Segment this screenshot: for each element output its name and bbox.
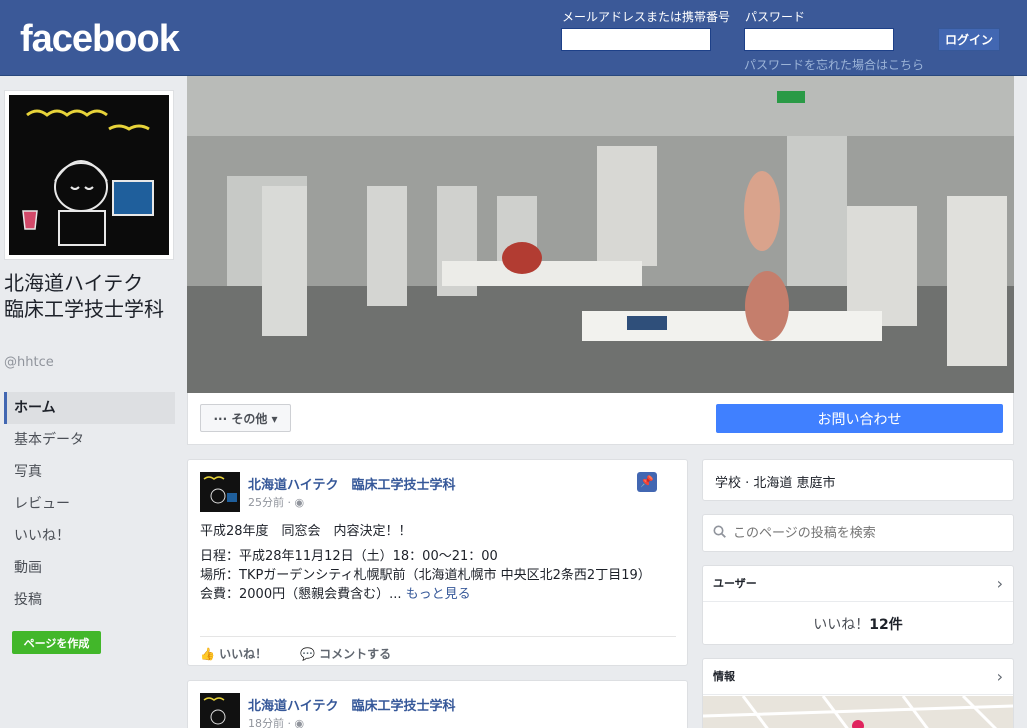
page-category[interactable]: 学校 · 北海道 恵庭市 [715, 472, 836, 491]
post-line-text: 会費：2000円（懇親会費含む）... [200, 587, 402, 602]
like-label: いいね！ [219, 647, 268, 661]
nav-item-likes[interactable]: いいね！ [4, 520, 175, 552]
avatar-illustration-icon [200, 472, 240, 512]
post-line: 会費：2000円（懇親会費含む）... もっと見る [200, 585, 678, 604]
create-page-button[interactable]: ページを作成 [12, 631, 101, 654]
profile-illustration-icon [9, 95, 169, 255]
chevron-right-icon[interactable]: › [997, 659, 1003, 695]
info-card: 情報 › [702, 658, 1014, 728]
cover-scene-icon [187, 76, 1014, 393]
post-card: 北海道ハイテク 臨床工学技士学科 25分前 · ◉ 📌 平成28年度 同窓会 内… [187, 459, 688, 666]
more-options-button[interactable]: ··· その他 ▾ [200, 404, 291, 432]
facebook-logo[interactable]: facebook [20, 18, 180, 61]
cover-photo[interactable] [187, 76, 1014, 393]
login-button[interactable]: ログイン [938, 28, 1000, 51]
like-button[interactable]: 👍 いいね！ [200, 645, 267, 662]
nav-item-home[interactable]: ホーム [4, 392, 175, 424]
users-heading-label: ユーザー [713, 577, 757, 590]
email-input[interactable] [561, 28, 711, 51]
users-card: ユーザー › いいね！12件 [702, 565, 1014, 645]
category-card: 学校 · 北海道 恵庭市 [702, 459, 1014, 501]
email-label: メールアドレスまたは携帯番号 [562, 10, 731, 24]
post-actions: 👍 いいね！ 💬 コメントする [200, 636, 676, 666]
post-search[interactable] [702, 514, 1014, 552]
nav-item-about[interactable]: 基本データ [4, 424, 175, 456]
comment-button[interactable]: 💬 コメントする [300, 645, 391, 662]
password-input[interactable] [744, 28, 894, 51]
contact-button[interactable]: お問い合わせ [716, 404, 1003, 433]
comment-label: コメントする [319, 647, 392, 661]
profile-drawing [9, 95, 169, 255]
nav-item-reviews[interactable]: レビュー [4, 488, 175, 520]
forgot-password-link[interactable]: パスワードを忘れた場合はこちら [744, 56, 924, 73]
likes-summary[interactable]: いいね！12件 [703, 614, 1013, 634]
page-action-bar: ··· その他 ▾ お問い合わせ [187, 393, 1014, 445]
post-search-input[interactable] [733, 523, 1003, 543]
info-heading-label: 情報 [713, 670, 735, 683]
thumbs-up-icon: 👍 [200, 647, 215, 661]
post-timestamp[interactable]: 18分前 · ◉ [248, 715, 304, 728]
location-map[interactable] [703, 696, 1013, 728]
comment-icon: 💬 [300, 647, 315, 661]
post-avatar[interactable] [200, 693, 240, 728]
profile-picture[interactable] [4, 90, 174, 260]
post-body: 平成28年度 同窓会 内容決定！！ 日程：平成28年11月12日（土）18：00… [200, 522, 678, 604]
info-heading[interactable]: 情報 › [703, 659, 1013, 695]
post-author[interactable]: 北海道ハイテク 臨床工学技士学科 [248, 474, 455, 493]
likes-count: 12件 [869, 617, 903, 633]
avatar-illustration-icon [200, 693, 240, 728]
nav-item-videos[interactable]: 動画 [4, 552, 175, 584]
left-nav: ホーム 基本データ 写真 レビュー いいね！ 動画 投稿 [4, 392, 175, 616]
pin-icon: 📌 [637, 472, 657, 492]
top-bar: facebook メールアドレスまたは携帯番号 パスワード ログイン パスワード… [0, 0, 1027, 76]
post-line: 平成28年度 同窓会 内容決定！！ [200, 524, 412, 539]
search-icon [713, 525, 726, 538]
nav-item-photos[interactable]: 写真 [4, 456, 175, 488]
nav-item-posts[interactable]: 投稿 [4, 584, 175, 616]
post-card: 北海道ハイテク 臨床工学技士学科 18分前 · ◉ [187, 680, 688, 728]
chevron-right-icon[interactable]: › [997, 566, 1003, 602]
post-line: 場所：TKPガーデンシティ札幌駅前（北海道札幌市 中央区北2条西2丁目19） [200, 568, 651, 583]
post-author[interactable]: 北海道ハイテク 臨床工学技士学科 [248, 695, 455, 714]
post-avatar[interactable] [200, 472, 240, 512]
see-more-link[interactable]: もっと見る [406, 587, 471, 602]
page-name[interactable]: 北海道ハイテク 臨床工学技士学科 [4, 270, 179, 322]
likes-label: いいね！ [813, 617, 870, 633]
users-heading[interactable]: ユーザー › [703, 566, 1013, 602]
post-line: 日程：平成28年11月12日（土）18：00〜21：00 [200, 549, 498, 564]
password-label: パスワード [745, 10, 806, 24]
post-timestamp[interactable]: 25分前 · ◉ [248, 494, 304, 510]
page-handle: @hhtce [4, 355, 54, 370]
map-icon [703, 696, 1013, 728]
